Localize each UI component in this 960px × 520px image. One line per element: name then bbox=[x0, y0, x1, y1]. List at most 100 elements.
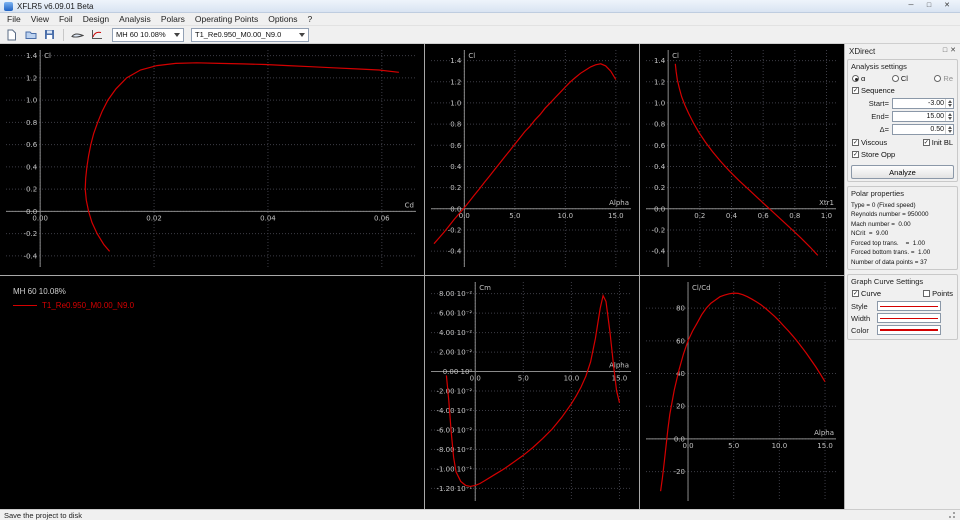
direct-analysis-button[interactable] bbox=[69, 27, 86, 42]
legend-polar-name: T1_Re0.950_M0.00_N9.0 bbox=[42, 301, 135, 310]
menu-polars[interactable]: Polars bbox=[156, 14, 190, 24]
polar-prop-points: Number of data points = 37 bbox=[851, 258, 928, 266]
spinner-arrows[interactable] bbox=[945, 125, 953, 134]
sequence-checkbox[interactable]: ✓ Sequence bbox=[852, 86, 895, 95]
svg-text:-0.4: -0.4 bbox=[651, 248, 665, 256]
chevron-down-icon bbox=[171, 30, 180, 39]
menu-file[interactable]: File bbox=[2, 14, 26, 24]
spinner-arrows[interactable] bbox=[945, 99, 953, 108]
start-input[interactable]: -3.00 bbox=[892, 98, 954, 109]
svg-text:-0.2: -0.2 bbox=[23, 230, 37, 238]
svg-text:Cl/Cd: Cl/Cd bbox=[692, 284, 711, 292]
toolbar: MH 60 10.08% T1_Re0.950_M0.00_N9.0 bbox=[0, 26, 960, 44]
floppy-icon bbox=[45, 30, 54, 39]
spin-down-icon bbox=[947, 117, 952, 120]
dock-close-button[interactable]: ✕ bbox=[950, 46, 956, 56]
chart-cl-vs-alpha[interactable]: 0.0 5.0 10.0 15.0 -0.4 -0.2 0.0 0.2 0.4 0.6 0.8 1.0… bbox=[425, 44, 639, 275]
svg-text:Cm: Cm bbox=[479, 284, 491, 292]
legend-entry: T1_Re0.950_M0.00_N9.0 bbox=[13, 301, 424, 310]
svg-text:8.00 10⁻²: 8.00 10⁻² bbox=[439, 290, 472, 298]
svg-text:0.6: 0.6 bbox=[450, 142, 462, 150]
chart-cl-vs-xtr1[interactable]: 0.2 0.4 0.6 0.8 1.0 -0.4 -0.2 0.0 0.2 0.4 0.6 0.8 1.… bbox=[640, 44, 844, 275]
spin-up-icon bbox=[947, 100, 952, 103]
svg-text:Cl: Cl bbox=[44, 52, 51, 60]
svg-text:5.0: 5.0 bbox=[518, 375, 529, 383]
delta-input[interactable]: 0.50 bbox=[892, 124, 954, 135]
svg-text:1.0: 1.0 bbox=[821, 212, 832, 220]
menu-view[interactable]: View bbox=[26, 14, 54, 24]
store-opp-checkbox[interactable]: ✓ Store Opp bbox=[852, 150, 895, 159]
width-selector[interactable] bbox=[877, 313, 941, 324]
svg-text:10.0: 10.0 bbox=[558, 212, 574, 220]
svg-text:1.2: 1.2 bbox=[450, 78, 461, 86]
svg-text:0.04: 0.04 bbox=[260, 214, 276, 222]
analysis-settings-group: Analysis settings α Cl Re ✓ Sequence Sta… bbox=[847, 59, 958, 182]
menu-options[interactable]: Options bbox=[263, 14, 302, 24]
maximize-button[interactable]: □ bbox=[920, 0, 938, 12]
main-area: 0.00 0.02 0.04 0.06 -0.4 -0.2 0.0 0.2 0.4 0.6 0.8 1… bbox=[0, 44, 960, 509]
init-bl-checkbox[interactable]: ✓ Init BL bbox=[922, 138, 953, 147]
svg-text:1.2: 1.2 bbox=[654, 78, 665, 86]
polar-prop-ncrit: NCrit = 9.00 bbox=[851, 230, 889, 238]
graph-curve-settings-group: Graph Curve Settings ✓ Curve Points Styl… bbox=[847, 274, 958, 341]
menu-help[interactable]: ? bbox=[303, 14, 318, 24]
resize-grip-icon[interactable] bbox=[947, 511, 956, 519]
delta-row: Δ= 0.50 bbox=[851, 124, 954, 135]
svg-text:0.2: 0.2 bbox=[26, 186, 37, 194]
alpha-radio[interactable]: α bbox=[852, 74, 865, 83]
svg-text:0.6: 0.6 bbox=[758, 212, 770, 220]
points-checkbox[interactable]: Points bbox=[923, 289, 953, 298]
chart-cm-vs-alpha[interactable]: 0.0 5.0 10.0 15.0 8.00 10⁻² 6.00 10⁻² 4.00 10⁻… bbox=[425, 276, 639, 509]
store-opp-row: ✓ Store Opp bbox=[852, 150, 953, 159]
svg-text:-0.2: -0.2 bbox=[448, 226, 462, 234]
re-radio[interactable]: Re bbox=[934, 74, 953, 83]
end-input[interactable]: 15.00 bbox=[892, 111, 954, 122]
save-button[interactable] bbox=[41, 27, 58, 42]
menu-operating-points[interactable]: Operating Points bbox=[190, 14, 263, 24]
chart-cl-vs-cd[interactable]: 0.00 0.02 0.04 0.06 -0.4 -0.2 0.0 0.2 0.4 0.6 0.8 1… bbox=[0, 44, 424, 275]
radio-icon bbox=[934, 75, 942, 82]
style-row: Style bbox=[851, 301, 954, 312]
dock-float-button[interactable]: □ bbox=[943, 46, 947, 56]
svg-text:1.0: 1.0 bbox=[450, 99, 461, 107]
polar-view-button[interactable] bbox=[88, 27, 105, 42]
svg-text:1.4: 1.4 bbox=[654, 57, 666, 65]
svg-text:-0.4: -0.4 bbox=[448, 248, 462, 256]
chart-clcd-vs-alpha[interactable]: 0.0 5.0 10.0 15.0 -20 0.0 20 40 60 80 Cl/Cd Alpha bbox=[640, 276, 844, 509]
curve-checkbox[interactable]: ✓ Curve bbox=[852, 289, 881, 298]
close-button[interactable]: ✕ bbox=[938, 0, 956, 12]
menu-foil[interactable]: Foil bbox=[54, 14, 78, 24]
svg-text:0.6: 0.6 bbox=[26, 141, 38, 149]
polar-properties-title: Polar properties bbox=[851, 189, 904, 198]
new-project-button[interactable] bbox=[3, 27, 20, 42]
analyze-button[interactable]: Analyze bbox=[851, 165, 954, 179]
svg-text:0.0: 0.0 bbox=[26, 208, 37, 216]
polar-selector[interactable]: T1_Re0.950_M0.00_N9.0 bbox=[191, 27, 309, 42]
svg-text:-2.00 10⁻²: -2.00 10⁻² bbox=[436, 388, 472, 396]
foil-selector-value: MH 60 10.08% bbox=[116, 30, 166, 39]
airfoil-icon bbox=[71, 33, 84, 38]
svg-text:-4.00 10⁻²: -4.00 10⁻² bbox=[436, 407, 472, 415]
open-file-button[interactable] bbox=[22, 27, 39, 42]
cl-radio[interactable]: Cl bbox=[891, 74, 908, 83]
legend-foil-name: MH 60 10.08% bbox=[13, 287, 66, 296]
svg-text:0.4: 0.4 bbox=[654, 163, 666, 171]
viscous-checkbox[interactable]: ✓ Viscous bbox=[852, 138, 887, 147]
minimize-button[interactable]: ─ bbox=[902, 0, 920, 12]
sequence-row: ✓ Sequence bbox=[852, 86, 953, 95]
checkbox-icon: ✓ bbox=[922, 139, 930, 146]
polar-properties-group: Polar properties Type = 0 (Fixed speed) … bbox=[847, 186, 958, 271]
color-selector[interactable] bbox=[877, 325, 941, 336]
svg-text:0.8: 0.8 bbox=[789, 212, 800, 220]
svg-text:10.0: 10.0 bbox=[564, 375, 580, 383]
xflr5-window: XFLR5 v6.09.01 Beta ─ □ ✕ File View Foil… bbox=[0, 0, 960, 520]
style-selector[interactable] bbox=[877, 301, 941, 312]
line-width-sample bbox=[880, 317, 938, 319]
menu-design[interactable]: Design bbox=[78, 14, 114, 24]
menu-analysis[interactable]: Analysis bbox=[114, 14, 156, 24]
foil-selector[interactable]: MH 60 10.08% bbox=[112, 27, 184, 42]
svg-text:5.0: 5.0 bbox=[509, 212, 520, 220]
spinner-arrows[interactable] bbox=[945, 112, 953, 121]
svg-text:Alpha: Alpha bbox=[609, 199, 629, 207]
svg-text:0.4: 0.4 bbox=[726, 212, 738, 220]
